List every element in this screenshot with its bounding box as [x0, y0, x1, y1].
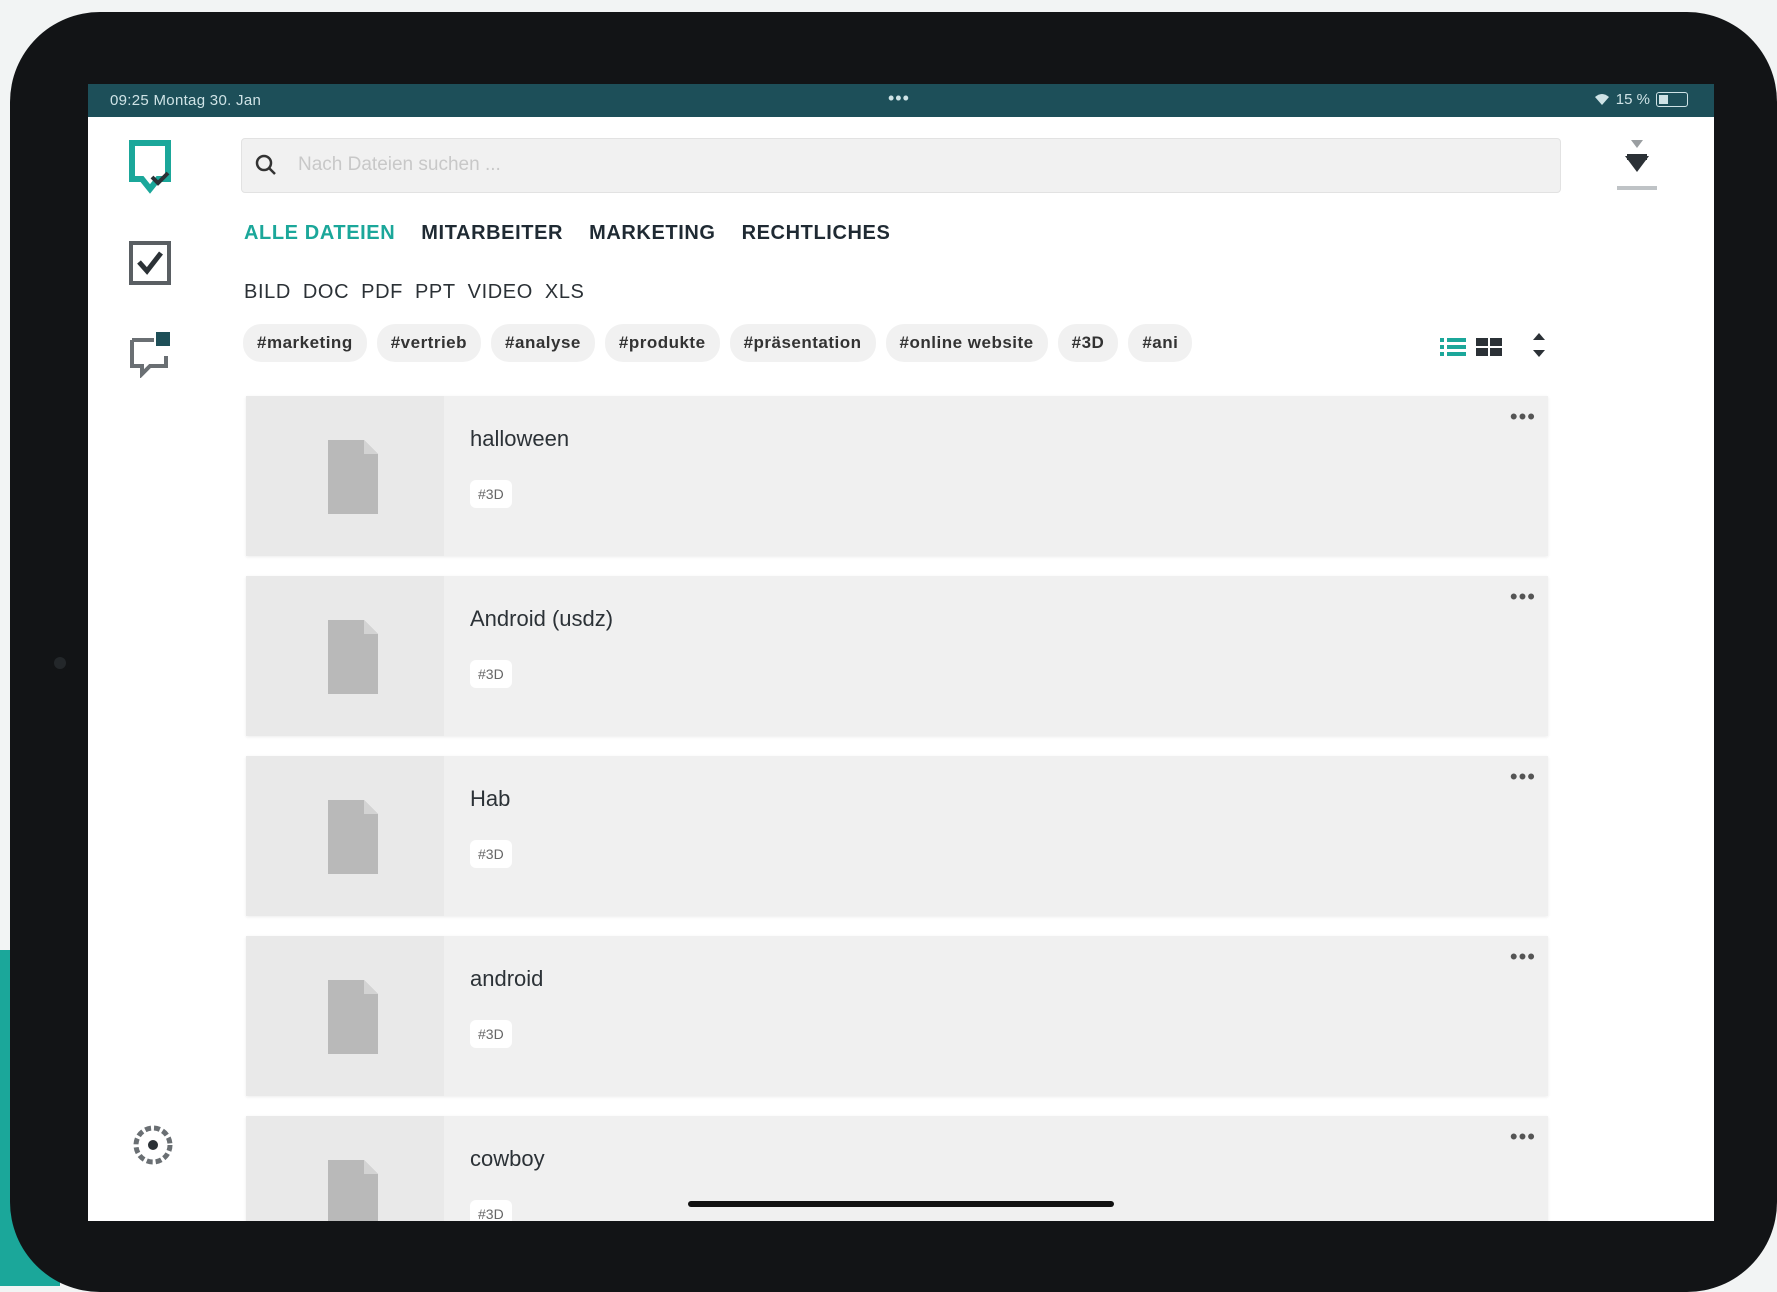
file-name: android	[470, 966, 544, 991]
filter-doc[interactable]: DOC	[303, 281, 349, 304]
file-list: halloween #3D ••• Android (usdz) #3D •••…	[246, 396, 1548, 1221]
wifi-icon	[1594, 93, 1609, 105]
filter-pdf[interactable]: PDF	[361, 281, 403, 304]
sidebar	[88, 117, 218, 1221]
tag-chip[interactable]: #vertrieb	[376, 324, 482, 362]
list-item[interactable]: android #3D •••	[246, 936, 1548, 1096]
status-time-date: 09:25 Montag 30. Jan	[110, 92, 262, 109]
list-view-icon[interactable]	[1440, 336, 1466, 358]
list-item[interactable]: Android (usdz) #3D •••	[246, 576, 1548, 736]
file-thumbnail	[246, 576, 444, 736]
more-options-button[interactable]: •••	[1510, 1124, 1536, 1150]
search-bar[interactable]: Nach Dateien suchen ...	[241, 138, 1561, 193]
file-name: halloween	[470, 426, 570, 451]
more-options-button[interactable]: •••	[1510, 944, 1536, 970]
camera	[54, 657, 66, 669]
tag-chip[interactable]: #präsentation	[729, 324, 876, 362]
file-tag[interactable]: #3D	[470, 660, 512, 688]
file-thumbnail	[246, 936, 444, 1096]
sort-icon[interactable]	[1526, 330, 1552, 360]
more-options-button[interactable]: •••	[1510, 404, 1536, 430]
category-tabs: ALLE DATEIEN MITARBEITER MARKETING RECHT…	[244, 222, 890, 245]
file-type-filters: BILD DOC PDF PPT VIDEO XLS	[244, 281, 585, 304]
tag-chip[interactable]: #online website	[885, 324, 1048, 362]
file-name: cowboy	[470, 1146, 545, 1171]
document-icon	[328, 1160, 378, 1221]
file-name: Hab	[470, 786, 511, 811]
document-icon	[328, 800, 378, 874]
tab-rechtliches[interactable]: RECHTLICHES	[742, 222, 891, 245]
tag-chip[interactable]: #marketing	[243, 324, 367, 362]
file-thumbnail	[246, 396, 444, 556]
filter-xls[interactable]: XLS	[545, 281, 585, 304]
search-icon	[255, 154, 276, 175]
settings-icon[interactable]	[128, 1120, 178, 1170]
file-tag[interactable]: #3D	[470, 480, 512, 508]
document-icon	[328, 440, 378, 514]
grid-view-icon[interactable]	[1476, 336, 1502, 358]
file-tag[interactable]: #3D	[470, 1020, 512, 1048]
logo-icon[interactable]	[128, 139, 172, 195]
file-tag[interactable]: #3D	[470, 1200, 512, 1221]
battery-icon	[1656, 92, 1688, 107]
app-screen: 09:25 Montag 30. Jan ••• 15 % Nach Datei…	[88, 84, 1714, 1221]
tag-chip[interactable]: #ani	[1128, 324, 1193, 362]
battery-percent: 15 %	[1615, 91, 1650, 108]
tag-filters: #marketing #vertrieb #analyse #produkte #prä…	[243, 324, 1343, 362]
list-item[interactable]: Hab #3D •••	[246, 756, 1548, 916]
filter-video[interactable]: VIDEO	[468, 281, 533, 304]
more-options-button[interactable]: •••	[1510, 584, 1536, 610]
filter-ppt[interactable]: PPT	[415, 281, 456, 304]
home-indicator[interactable]	[688, 1201, 1114, 1207]
tab-alle-dateien[interactable]: ALLE DATEIEN	[244, 222, 395, 245]
tag-chip[interactable]: #produkte	[604, 324, 720, 362]
status-bar: 09:25 Montag 30. Jan ••• 15 %	[88, 84, 1714, 117]
document-icon	[328, 620, 378, 694]
download-icon[interactable]	[1609, 134, 1665, 194]
tab-mitarbeiter[interactable]: MITARBEITER	[421, 222, 563, 245]
file-name: Android (usdz)	[470, 606, 614, 631]
list-item[interactable]: halloween #3D •••	[246, 396, 1548, 556]
document-icon	[328, 980, 378, 1054]
search-input[interactable]: Nach Dateien suchen ...	[298, 154, 501, 176]
more-options-button[interactable]: •••	[1510, 764, 1536, 790]
chat-icon[interactable]	[128, 330, 176, 378]
multitasking-dots[interactable]: •••	[888, 88, 910, 109]
tag-chip[interactable]: #3D	[1057, 324, 1119, 362]
file-thumbnail	[246, 756, 444, 916]
tag-chip[interactable]: #analyse	[491, 324, 595, 362]
tasks-icon[interactable]	[128, 238, 172, 288]
filter-bild[interactable]: BILD	[244, 281, 291, 304]
tab-marketing[interactable]: MARKETING	[589, 222, 716, 245]
file-thumbnail	[246, 1116, 444, 1221]
status-indicators: 15 %	[1594, 91, 1688, 108]
file-tag[interactable]: #3D	[470, 840, 512, 868]
